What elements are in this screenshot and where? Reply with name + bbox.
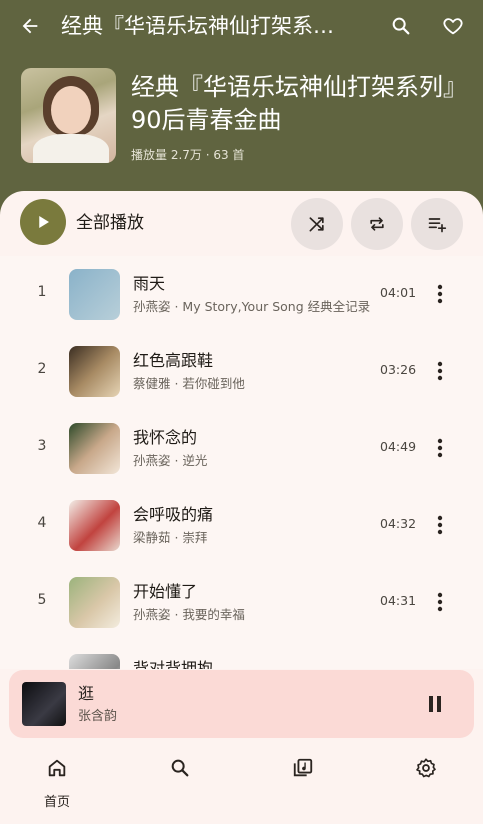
- song-row[interactable]: 1 雨天 孙燕姿 · My Story,Your Song 经典全记录 04:0…: [0, 256, 483, 333]
- song-duration: 04:01: [380, 285, 417, 300]
- album-art: [69, 269, 120, 320]
- playlist-cover-image: [21, 68, 116, 163]
- song-row[interactable]: 4 会呼吸的痛 梁静茹 · 崇拜 04:32: [0, 487, 483, 564]
- shuffle-icon: [309, 217, 324, 232]
- nav-tab-search[interactable]: [150, 754, 210, 810]
- song-title: 红色高跟鞋: [133, 351, 214, 370]
- nav-tab-library[interactable]: [273, 754, 333, 810]
- playlist-header: 经典『华语乐坛神仙打架系… 经典『华语乐坛神仙打架系列』90后青春金曲 播放量 …: [0, 0, 483, 215]
- now-playing-art: [22, 682, 66, 726]
- song-title: 会呼吸的痛: [133, 505, 214, 524]
- now-playing-artist: 张含韵: [78, 709, 118, 724]
- song-title: 开始懂了: [133, 582, 198, 601]
- now-playing-title: 逛: [78, 684, 95, 703]
- search-button[interactable]: [387, 12, 415, 40]
- mini-player[interactable]: 逛 张含韵: [9, 670, 474, 738]
- more-vert-icon: [437, 361, 443, 381]
- add-to-queue-icon: [428, 218, 447, 233]
- song-subtitle: 蔡健雅 · 若你碰到他: [133, 376, 245, 391]
- song-row[interactable]: 2 红色高跟鞋 蔡健雅 · 若你碰到他 03:26: [0, 333, 483, 410]
- song-index: 5: [37, 592, 47, 608]
- album-art: [69, 423, 120, 474]
- nav-tab-home[interactable]: 首页: [27, 754, 87, 810]
- song-index: 4: [37, 515, 47, 531]
- playlist-title: 经典『华语乐坛神仙打架系列』90后青春金曲: [131, 73, 467, 134]
- settings-gear-icon: [416, 758, 436, 778]
- song-subtitle: 孙燕姿 · 我要的幸福: [133, 607, 245, 622]
- bottom-navigation: 首页: [0, 740, 483, 824]
- library-music-icon: [293, 758, 313, 777]
- more-vert-icon: [437, 592, 443, 612]
- album-art: [69, 346, 120, 397]
- play-all-label[interactable]: 全部播放: [76, 212, 144, 234]
- pause-button[interactable]: [422, 691, 448, 717]
- shuffle-button[interactable]: [291, 198, 343, 250]
- song-title: 雨天: [133, 274, 166, 293]
- album-art: [69, 500, 120, 551]
- favorite-button[interactable]: [438, 12, 468, 40]
- nav-tab-settings[interactable]: [396, 754, 456, 810]
- pause-icon: [429, 696, 441, 712]
- song-subtitle: 孙燕姿 · 逆光: [133, 453, 208, 468]
- more-options-button[interactable]: [428, 589, 452, 615]
- song-duration: 04:49: [380, 439, 417, 454]
- playlist-meta: 播放量 2.7万 · 63 首: [131, 148, 245, 162]
- song-row[interactable]: 3 我怀念的 孙燕姿 · 逆光 04:49: [0, 410, 483, 487]
- song-subtitle: 孙燕姿 · My Story,Your Song 经典全记录: [133, 299, 371, 314]
- song-title: 我怀念的: [133, 428, 198, 447]
- repeat-icon: [370, 217, 384, 231]
- song-row[interactable]: 5 开始懂了 孙燕姿 · 我要的幸福 04:31: [0, 564, 483, 641]
- more-vert-icon: [437, 438, 443, 458]
- app-bar-title: 经典『华语乐坛神仙打架系…: [61, 14, 334, 38]
- song-duration: 03:26: [380, 362, 417, 377]
- more-options-button[interactable]: [428, 358, 452, 384]
- song-row[interactable]: 背对背拥抱: [0, 641, 483, 669]
- more-options-button[interactable]: [428, 435, 452, 461]
- nav-home-label: 首页: [43, 795, 70, 810]
- song-index: 2: [37, 361, 47, 377]
- play-icon: [39, 216, 49, 228]
- album-art: [69, 654, 120, 669]
- song-title: 背对背拥抱: [133, 659, 214, 669]
- more-vert-icon: [437, 284, 443, 304]
- album-art: [69, 577, 120, 628]
- home-icon: [48, 759, 66, 777]
- repeat-button[interactable]: [351, 198, 403, 250]
- song-duration: 04:31: [380, 593, 417, 608]
- song-subtitle: 梁静茹 · 崇拜: [133, 530, 208, 545]
- song-list: 1 雨天 孙燕姿 · My Story,Your Song 经典全记录 04:0…: [0, 256, 483, 669]
- more-options-button[interactable]: [428, 281, 452, 307]
- more-options-button[interactable]: [428, 512, 452, 538]
- play-all-button[interactable]: [20, 199, 66, 245]
- song-index: 1: [37, 284, 47, 300]
- more-vert-icon: [437, 515, 443, 535]
- heart-outline-icon: [443, 18, 463, 35]
- search-icon: [392, 17, 410, 35]
- top-app-bar: 经典『华语乐坛神仙打架系…: [0, 0, 483, 52]
- song-index: 3: [37, 438, 47, 454]
- search-icon: [171, 759, 189, 777]
- add-to-queue-button[interactable]: [411, 198, 463, 250]
- song-duration: 04:32: [380, 516, 417, 531]
- arrow-back-icon: [22, 18, 38, 34]
- back-button[interactable]: [14, 12, 46, 40]
